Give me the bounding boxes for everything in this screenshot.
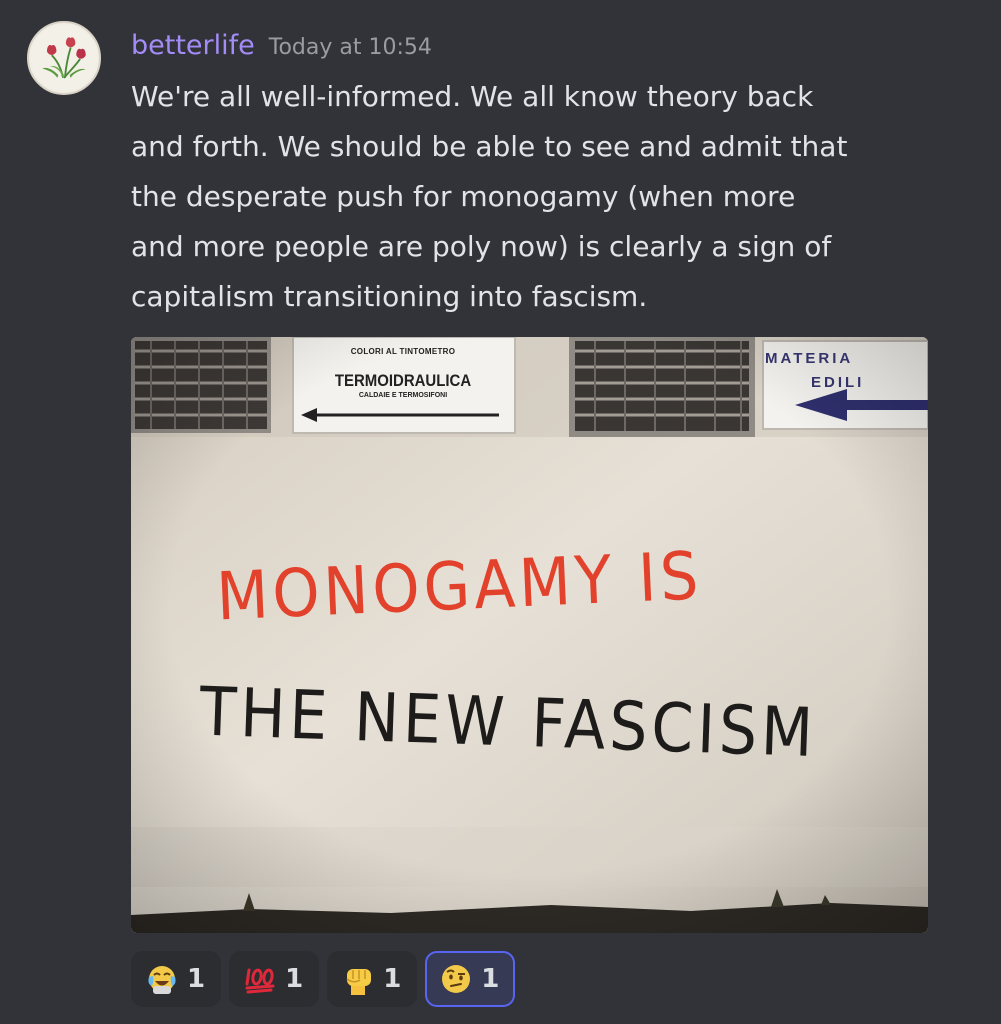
crying-laughing-emoji-icon xyxy=(148,966,176,994)
raised-eyebrow-face-emoji-icon xyxy=(442,965,471,993)
message-line: We're all well-informed. We all know the… xyxy=(131,80,814,113)
sign-right-subtitle: EDILI xyxy=(811,374,865,391)
sign-left-title: TERMOIDRAULICA xyxy=(334,371,472,390)
reaction-raised-fist[interactable]: 1 xyxy=(327,951,418,1007)
image-attachment[interactable]: COLORI AL TINTOMETRO TERMOIDRAULICA CALD… xyxy=(131,337,928,933)
message-timestamp[interactable]: Today at 10:54 xyxy=(269,28,432,68)
tulip-flowers-icon xyxy=(30,24,98,92)
message-line: the desperate push for monogamy (when mo… xyxy=(131,180,796,213)
user-avatar[interactable] xyxy=(27,21,101,95)
reaction-hundred-points[interactable]: 1 xyxy=(229,951,320,1007)
sign-left-top-text: COLORI AL TINTOMETRO xyxy=(350,347,456,356)
message-header: betterlife Today at 10:54 xyxy=(131,26,432,66)
reaction-count: 1 xyxy=(383,964,402,994)
reaction-count: 1 xyxy=(285,964,304,994)
reaction-raised-eyebrow[interactable]: 1 xyxy=(425,951,516,1007)
sign-right-title: MATERIA xyxy=(765,350,854,367)
message-line: capitalism transitioning into fascism. xyxy=(131,280,648,313)
reaction-count: 1 xyxy=(481,964,500,994)
raised-fist-emoji-icon xyxy=(346,969,372,995)
message-line: and forth. We should be able to see and … xyxy=(131,130,848,163)
reaction-crying-laughing[interactable]: 1 xyxy=(131,951,222,1007)
wall-photo xyxy=(131,337,928,933)
message-line: and more people are poly now) is clearly… xyxy=(131,230,832,263)
reaction-bar: 1 1 1 1 xyxy=(131,951,516,1007)
message-text: We're all well-informed. We all know the… xyxy=(131,72,971,322)
hundred-points-emoji-icon xyxy=(245,968,275,994)
sign-left-subtitle: CALDAIE E TERMOSIFONI xyxy=(358,392,448,399)
username[interactable]: betterlife xyxy=(131,26,255,66)
reaction-count: 1 xyxy=(187,964,206,994)
